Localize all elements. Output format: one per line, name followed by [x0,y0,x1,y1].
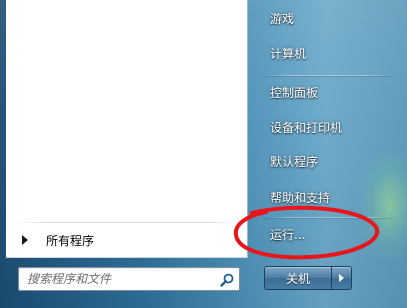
programs-pane: 所有程序 [6,0,248,258]
triangle-right-icon [22,235,28,245]
right-item-label: 控制面板 [270,85,319,100]
right-item-default-programs[interactable]: 默认程序 [264,147,394,175]
all-programs-item[interactable]: 所有程序 [14,229,240,251]
programs-divider [14,222,239,223]
right-item-help-support[interactable]: 帮助和支持 [264,183,394,211]
right-item-run[interactable]: 运行... [264,220,394,248]
search-box[interactable] [18,267,240,291]
right-item-games[interactable]: 游戏 [264,4,394,32]
right-item-computer[interactable]: 计算机 [264,39,394,67]
right-pane-divider [264,75,392,76]
all-programs-label: 所有程序 [46,233,95,248]
right-item-label: 帮助和支持 [270,190,331,205]
shutdown-group: 关机 [264,266,352,290]
shutdown-button[interactable]: 关机 [264,266,332,290]
right-item-label: 运行... [270,227,306,242]
right-item-label: 计算机 [270,46,307,61]
start-menu: 所有程序 游戏 计算机 控制面板 设备和打印机 默认程序 帮助和支持 运行...… [0,0,407,308]
right-pane-divider [264,217,392,218]
triangle-right-icon [339,274,344,282]
search-icon[interactable] [219,272,235,288]
right-item-label: 默认程序 [270,154,319,169]
right-item-label: 设备和打印机 [270,120,343,135]
right-item-devices-printers[interactable]: 设备和打印机 [264,113,394,141]
right-item-label: 游戏 [270,11,295,26]
shutdown-options-button[interactable] [332,266,352,290]
shutdown-label: 关机 [285,271,310,286]
search-input[interactable] [27,269,217,289]
right-item-control-panel[interactable]: 控制面板 [264,78,394,106]
